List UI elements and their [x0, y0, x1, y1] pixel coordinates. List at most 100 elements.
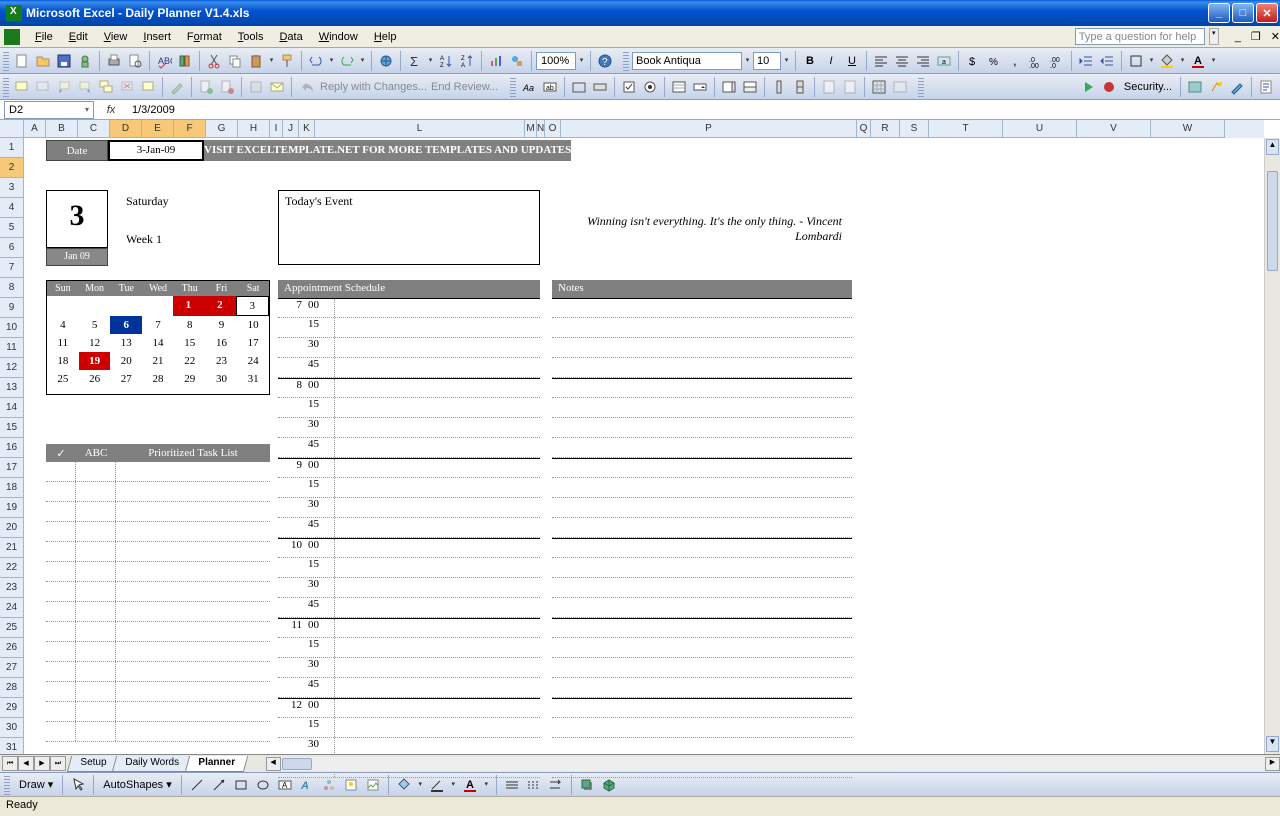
- cal-day[interactable]: 7: [142, 316, 174, 334]
- cal-day[interactable]: 26: [79, 370, 111, 388]
- horizontal-scrollbar[interactable]: ◀ ▶: [266, 757, 1280, 771]
- cal-day[interactable]: 15: [174, 334, 206, 352]
- doc-minimize[interactable]: _: [1235, 31, 1241, 43]
- notes-row[interactable]: [552, 438, 852, 458]
- col-header-I[interactable]: I: [270, 120, 283, 138]
- format-painter-button[interactable]: [277, 51, 297, 71]
- toolbar-grip[interactable]: [3, 51, 9, 71]
- cal-day[interactable]: [141, 296, 172, 316]
- open-button[interactable]: [33, 51, 53, 71]
- align-center-button[interactable]: [892, 51, 912, 71]
- notes-row[interactable]: [552, 618, 852, 638]
- research-button[interactable]: [175, 51, 195, 71]
- notes-row[interactable]: [552, 418, 852, 438]
- col-header-P[interactable]: P: [561, 120, 857, 138]
- cal-day[interactable]: [47, 388, 79, 394]
- send-mail-button[interactable]: [267, 77, 287, 97]
- task-row[interactable]: [46, 622, 270, 642]
- col-header-J[interactable]: J: [283, 120, 299, 138]
- notes-row[interactable]: [552, 458, 852, 478]
- appt-row[interactable]: 30: [278, 418, 540, 438]
- security-label[interactable]: Security...: [1120, 81, 1176, 93]
- notes-column[interactable]: [552, 298, 852, 778]
- col-header-G[interactable]: G: [206, 120, 238, 138]
- toolbar-grip-3[interactable]: [3, 77, 9, 97]
- increase-indent-button[interactable]: [1097, 51, 1117, 71]
- autosum-dropdown[interactable]: ▾: [426, 51, 435, 71]
- appt-row[interactable]: 1200: [278, 698, 540, 718]
- cal-day[interactable]: 20: [110, 352, 142, 370]
- merge-center-button[interactable]: a: [934, 51, 954, 71]
- textbox-button[interactable]: ab: [540, 77, 560, 97]
- row-header-5[interactable]: 5: [0, 218, 24, 238]
- arrow-button[interactable]: [209, 775, 229, 795]
- notes-row[interactable]: [552, 358, 852, 378]
- appt-row[interactable]: 30: [278, 658, 540, 678]
- undo-button[interactable]: [306, 51, 326, 71]
- cells-area[interactable]: Date3-Jan-09VISIT EXCELTEMPLATE.NET FOR …: [24, 138, 1264, 754]
- cal-day[interactable]: [174, 388, 206, 394]
- vertical-scrollbar[interactable]: ▲ ▼: [1264, 138, 1280, 754]
- line-button[interactable]: [187, 775, 207, 795]
- print-button[interactable]: [104, 51, 124, 71]
- notes-row[interactable]: [552, 318, 852, 338]
- rectangle-button[interactable]: [231, 775, 251, 795]
- menu-file[interactable]: File: [28, 29, 60, 45]
- borders-dropdown[interactable]: ▾: [1147, 51, 1156, 71]
- task-row[interactable]: [46, 482, 270, 502]
- percent-button[interactable]: %: [984, 51, 1004, 71]
- option-button[interactable]: [640, 77, 660, 97]
- scroll-up-button[interactable]: ▲: [1266, 139, 1279, 155]
- hscroll-thumb[interactable]: [282, 758, 312, 770]
- cal-day[interactable]: 9: [206, 316, 238, 334]
- cal-day[interactable]: 21: [142, 352, 174, 370]
- col-header-T[interactable]: T: [929, 120, 1003, 138]
- notes-row[interactable]: [552, 478, 852, 498]
- cal-day[interactable]: 10: [237, 316, 269, 334]
- col-header-A[interactable]: A: [24, 120, 46, 138]
- scroll-down-button[interactable]: ▼: [1266, 736, 1279, 752]
- col-header-U[interactable]: U: [1003, 120, 1077, 138]
- row-header-3[interactable]: 3: [0, 178, 24, 198]
- doc-restore[interactable]: ❐: [1251, 30, 1261, 43]
- redo-button[interactable]: [337, 51, 357, 71]
- fx-button[interactable]: fx: [100, 104, 122, 116]
- appointment-table[interactable]: 7001530458001530459001530451000153045110…: [278, 298, 540, 778]
- tab-nav-last[interactable]: ⏭: [50, 756, 66, 771]
- row-header-2[interactable]: 2: [0, 158, 24, 178]
- notes-row[interactable]: [552, 338, 852, 358]
- permission-button[interactable]: [75, 51, 95, 71]
- appt-row[interactable]: 15: [278, 318, 540, 338]
- font-name-input[interactable]: [632, 52, 742, 70]
- task-row[interactable]: [46, 582, 270, 602]
- notes-row[interactable]: [552, 498, 852, 518]
- col-header-F[interactable]: F: [174, 120, 206, 138]
- cal-day[interactable]: [206, 388, 238, 394]
- cal-day[interactable]: 16: [206, 334, 238, 352]
- col-header-V[interactable]: V: [1077, 120, 1151, 138]
- track-changes-button[interactable]: [196, 77, 216, 97]
- row-header-17[interactable]: 17: [0, 458, 24, 478]
- cal-day[interactable]: 13: [110, 334, 142, 352]
- row-header-28[interactable]: 28: [0, 678, 24, 698]
- row-header-21[interactable]: 21: [0, 538, 24, 558]
- autoshapes-menu[interactable]: AutoShapes ▾: [99, 778, 176, 791]
- cal-day[interactable]: 4: [47, 316, 79, 334]
- listbox-button[interactable]: [669, 77, 689, 97]
- cal-day[interactable]: 3: [236, 296, 269, 316]
- appt-row[interactable]: 900: [278, 458, 540, 478]
- col-header-N[interactable]: N: [537, 120, 545, 138]
- next-comment-button[interactable]: [75, 77, 95, 97]
- col-header-K[interactable]: K: [299, 120, 315, 138]
- row-header-11[interactable]: 11: [0, 338, 24, 358]
- col-header-B[interactable]: B: [46, 120, 78, 138]
- new-button[interactable]: [12, 51, 32, 71]
- tab-nav-prev[interactable]: ◀: [18, 756, 34, 771]
- paste-dropdown[interactable]: ▾: [267, 51, 276, 71]
- notes-row[interactable]: [552, 698, 852, 718]
- show-comment-button[interactable]: [33, 77, 53, 97]
- row-header-29[interactable]: 29: [0, 698, 24, 718]
- cal-day[interactable]: 30: [206, 370, 238, 388]
- group-box-button[interactable]: [569, 77, 589, 97]
- prev-comment-button[interactable]: [54, 77, 74, 97]
